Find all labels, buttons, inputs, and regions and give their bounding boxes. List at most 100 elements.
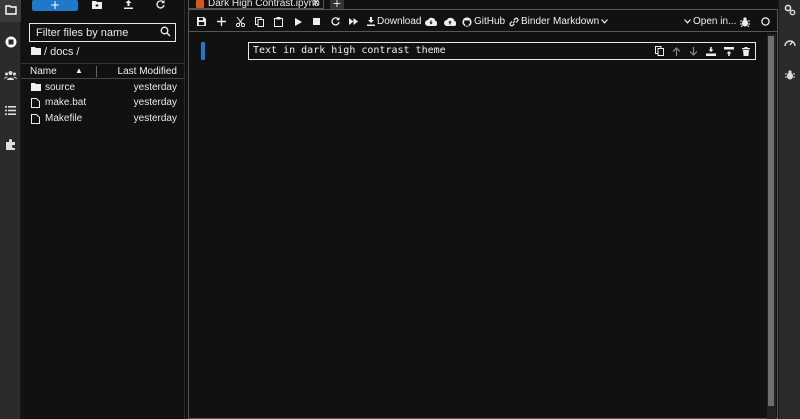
- insert-cell-button[interactable]: [217, 15, 226, 28]
- insert-above-icon[interactable]: [706, 46, 716, 59]
- file-modified: yesterday: [133, 113, 177, 124]
- run-cell-button[interactable]: [295, 15, 302, 28]
- column-resize-handle[interactable]: [96, 66, 97, 77]
- file-browser-toolbar: +: [21, 0, 185, 15]
- active-cell-indicator: [201, 42, 205, 60]
- move-up-icon[interactable]: [672, 46, 681, 59]
- duplicate-cell-icon[interactable]: [655, 45, 664, 59]
- close-icon[interactable]: ✕: [312, 0, 320, 9]
- move-down-icon[interactable]: [689, 46, 698, 59]
- restart-icon: [331, 17, 340, 26]
- refresh-icon: [155, 0, 165, 12]
- new-tab-button[interactable]: +: [330, 0, 344, 10]
- file-row-make-bat[interactable]: make.bat yesterday: [21, 96, 185, 111]
- breadcrumb-path[interactable]: / docs /: [44, 46, 79, 58]
- run-icon: [295, 17, 302, 26]
- copy-icon: [255, 16, 264, 27]
- sort-ascending-icon: ▲: [75, 66, 83, 75]
- open-in-label: Open in...: [693, 16, 737, 27]
- extension-manager-tab[interactable]: [0, 135, 21, 157]
- extension-icon: [5, 139, 16, 153]
- folder-icon: [31, 83, 41, 93]
- file-name: Makefile: [45, 113, 83, 124]
- interrupt-kernel-button[interactable]: [313, 15, 320, 28]
- download-button[interactable]: Download: [367, 15, 421, 28]
- tab-label: Dark High Contrast.ipynb: [208, 0, 320, 9]
- refresh-button[interactable]: [153, 0, 167, 11]
- notebook-icon: [196, 0, 204, 8]
- left-activity-bar: [0, 0, 21, 419]
- file-modified: yesterday: [133, 97, 177, 108]
- cut-icon: [236, 16, 245, 27]
- cell-type-select[interactable]: Markdown: [553, 15, 609, 28]
- cell-toolbar: [655, 45, 750, 59]
- cloud-download-icon: [425, 17, 437, 26]
- tab-bar: Dark High Contrast.ipynb ✕ +: [186, 0, 778, 10]
- file-row-source[interactable]: source yesterday: [21, 81, 185, 96]
- name-column-header[interactable]: Name: [30, 66, 57, 77]
- gears-icon: [784, 4, 796, 19]
- property-inspector-tab[interactable]: [779, 0, 800, 22]
- cloud-upload-icon: [444, 17, 456, 26]
- running-terminals-tab[interactable]: [0, 32, 21, 54]
- filter-files-box: [29, 23, 176, 42]
- home-folder-icon[interactable]: [31, 46, 41, 58]
- table-of-contents-icon: [5, 105, 16, 118]
- cell-type-value: Markdown: [553, 16, 600, 27]
- github-button[interactable]: GitHub: [462, 15, 505, 28]
- copy-button[interactable]: [255, 15, 264, 28]
- folder-icon: [4, 4, 17, 18]
- bug-icon: [785, 69, 795, 83]
- file-icon: [31, 114, 41, 124]
- restart-run-all-button[interactable]: [349, 15, 358, 28]
- cloud-upload-button[interactable]: [444, 15, 456, 28]
- save-icon: [197, 17, 206, 26]
- users-icon: [4, 70, 17, 83]
- paste-icon: [274, 16, 283, 27]
- search-icon: [160, 26, 171, 40]
- scrollbar-thumb[interactable]: [768, 36, 774, 406]
- collaborators-tab[interactable]: [0, 65, 21, 87]
- insert-below-icon[interactable]: [724, 46, 734, 59]
- breadcrumb: / docs /: [31, 45, 79, 59]
- notebook-toolbar: Download GitHub Binder Markdown Open in.…: [189, 10, 777, 32]
- new-launcher-button[interactable]: +: [32, 0, 78, 11]
- github-label: GitHub: [474, 16, 506, 27]
- right-activity-bar: [778, 0, 800, 419]
- chevron-down-icon: [601, 19, 609, 24]
- debugger-panel-tab[interactable]: [779, 65, 800, 87]
- file-row-makefile[interactable]: Makefile yesterday: [21, 112, 185, 127]
- binder-label: Binder: [521, 16, 550, 27]
- tab-dark-high-contrast-notebook[interactable]: Dark High Contrast.ipynb ✕: [188, 0, 324, 9]
- filter-files-input[interactable]: [36, 26, 151, 39]
- debugger-button[interactable]: [740, 15, 750, 28]
- cell-editor[interactable]: Text in dark high contrast theme: [248, 42, 756, 60]
- fast-forward-icon: [349, 18, 358, 25]
- execution-stats-tab[interactable]: [779, 32, 800, 54]
- cloud-download-button[interactable]: [425, 15, 437, 28]
- github-icon: [462, 16, 472, 27]
- delete-cell-icon[interactable]: [742, 46, 750, 59]
- cut-button[interactable]: [236, 15, 245, 28]
- new-folder-icon: [92, 0, 102, 12]
- cell-source-text[interactable]: Text in dark high contrast theme: [253, 45, 446, 56]
- table-of-contents-tab[interactable]: [0, 100, 21, 122]
- markdown-cell[interactable]: Text in dark high contrast theme: [199, 42, 759, 61]
- paste-button[interactable]: [274, 15, 283, 28]
- upload-button[interactable]: [121, 0, 135, 11]
- speedometer-icon: [784, 37, 796, 50]
- file-list-header: Name ▲ Last Modified: [21, 63, 185, 79]
- main-dock-area: Dark High Contrast.ipynb ✕ + Download Gi…: [186, 0, 778, 419]
- restart-kernel-button[interactable]: [331, 15, 340, 28]
- upload-icon: [123, 0, 133, 12]
- notebook-scrollbar[interactable]: [767, 34, 776, 419]
- modified-column-header[interactable]: Last Modified: [118, 66, 177, 77]
- chevron-down-icon: [684, 19, 691, 24]
- file-name: source: [45, 82, 76, 93]
- binder-button[interactable]: Binder: [509, 15, 550, 28]
- open-in-menu[interactable]: Open in...: [684, 15, 736, 28]
- notebook-panel: Download GitHub Binder Markdown Open in.…: [188, 9, 778, 419]
- new-folder-button[interactable]: [90, 0, 104, 11]
- file-browser-tab[interactable]: [0, 0, 21, 22]
- save-button[interactable]: [197, 15, 206, 28]
